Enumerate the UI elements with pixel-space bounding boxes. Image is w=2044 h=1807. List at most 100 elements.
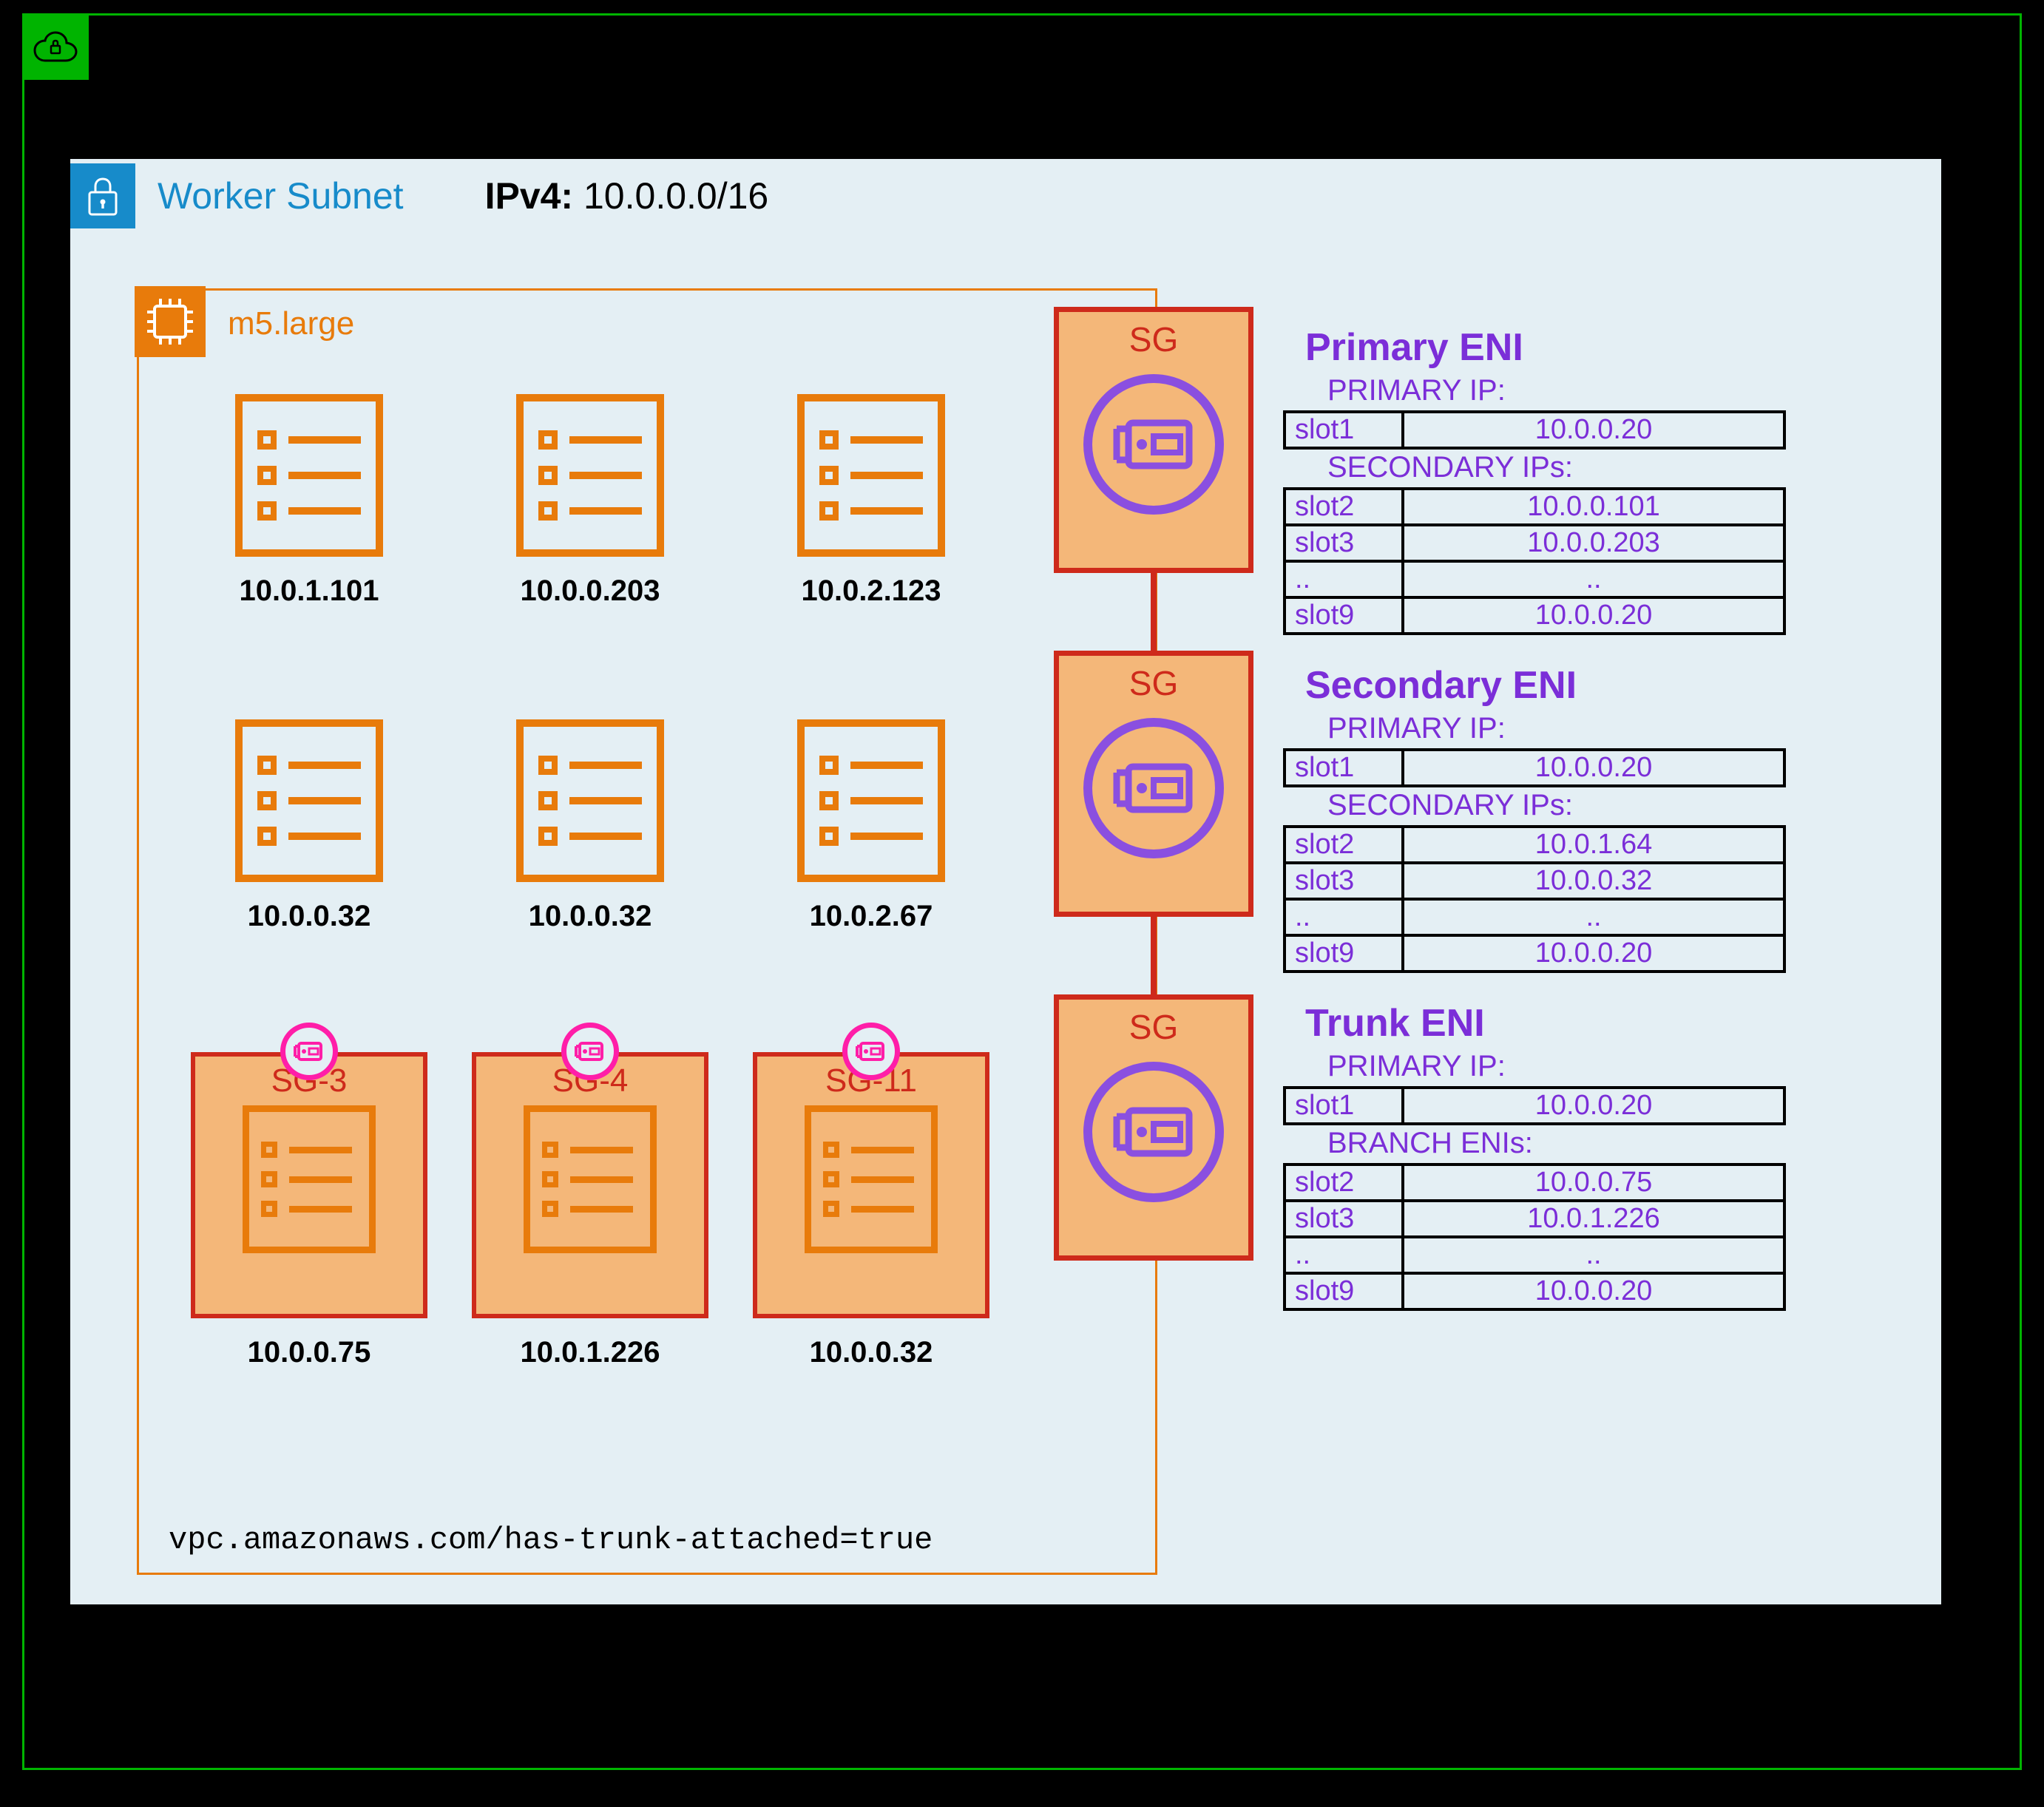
pod-icon [243, 1105, 376, 1253]
ip-table: slot210.0.0.75 slot310.0.1.226 .... slot… [1283, 1163, 1786, 1311]
table-row: slot110.0.0.20 [1285, 750, 1784, 786]
slot-cell: slot3 [1285, 863, 1403, 899]
eni-tables: Primary ENI PRIMARY IP: slot110.0.0.20 S… [1276, 325, 1904, 1318]
secondary-ips-label: SECONDARY IPs: [1327, 789, 1904, 822]
pod: 10.0.2.67 [731, 712, 1012, 1023]
instance-label: vpc.amazonaws.com/has-trunk-attached=tru… [169, 1522, 933, 1558]
ip-cell: 10.0.1.64 [1403, 827, 1784, 863]
slot-cell: slot1 [1285, 750, 1403, 786]
nic-icon [1083, 718, 1224, 858]
ip-table: slot210.0.0.101 slot310.0.0.203 .... slo… [1283, 487, 1786, 635]
pod-icon [235, 394, 383, 557]
ip-cell: 10.0.0.101 [1403, 489, 1784, 525]
ipv4-label: IPv4: [485, 175, 574, 217]
slot-cell: slot9 [1285, 597, 1403, 634]
pod-ip: 10.0.0.32 [248, 900, 371, 933]
table-row: slot210.0.0.101 [1285, 489, 1784, 525]
eni-title: Primary ENI [1305, 325, 1904, 370]
eni-stack: SG SG SG [1054, 307, 1253, 1261]
table-row: slot310.0.1.226 [1285, 1201, 1784, 1237]
sg-label: SG [1129, 663, 1178, 703]
ip-table: slot110.0.0.20 [1283, 410, 1786, 450]
table-row: slot110.0.0.20 [1285, 1088, 1784, 1124]
ip-cell: 10.0.0.20 [1403, 1088, 1784, 1124]
pod-icon [805, 1105, 938, 1253]
pod-icon [516, 394, 664, 557]
sg-pod-box: SG-3 [191, 1052, 427, 1318]
secondary-eni-block: Secondary ENI PRIMARY IP: slot110.0.0.20… [1276, 663, 1904, 973]
slot-cell: slot2 [1285, 489, 1403, 525]
sg-pod-box: SG-4 [472, 1052, 708, 1318]
eni-title: Secondary ENI [1305, 663, 1904, 708]
pod: 10.0.0.32 [169, 712, 450, 1023]
ip-cell: 10.0.0.75 [1403, 1164, 1784, 1201]
table-row: slot310.0.0.203 [1285, 525, 1784, 561]
ip-cell: .. [1403, 561, 1784, 597]
primary-ip-label: PRIMARY IP: [1327, 374, 1904, 407]
table-row: slot910.0.0.20 [1285, 935, 1784, 972]
pod-icon [797, 719, 945, 882]
subnet-cidr: IPv4: 10.0.0.0/16 [485, 174, 769, 217]
slot-cell: slot3 [1285, 1201, 1403, 1237]
slot-cell: slot9 [1285, 1273, 1403, 1309]
ipv4-value: 10.0.0.0/16 [583, 175, 768, 217]
pod: 10.0.2.123 [731, 387, 1012, 697]
pod-ip: 10.0.0.32 [810, 1336, 933, 1369]
pod-ip: 10.0.0.75 [248, 1336, 371, 1369]
slot-cell: slot1 [1285, 1088, 1403, 1124]
ip-cell: 10.0.0.20 [1403, 1273, 1784, 1309]
eni-connector [1151, 573, 1157, 651]
ip-cell: 10.0.0.20 [1403, 750, 1784, 786]
table-row: slot910.0.0.20 [1285, 597, 1784, 634]
eni-connector [1151, 917, 1157, 994]
pod-ip: 10.0.2.67 [810, 900, 933, 933]
pod: 10.0.0.32 [450, 712, 731, 1023]
table-row: .... [1285, 1237, 1784, 1273]
primary-eni-block: Primary ENI PRIMARY IP: slot110.0.0.20 S… [1276, 325, 1904, 635]
secondary-ips-label: SECONDARY IPs: [1327, 451, 1904, 484]
nic-icon [1083, 374, 1224, 515]
subnet-box: Worker Subnet IPv4: 10.0.0.0/16 m5.large [70, 159, 1941, 1604]
pod-icon [235, 719, 383, 882]
pod-ip: 10.0.1.226 [520, 1336, 660, 1369]
pod-icon [524, 1105, 657, 1253]
primary-ip-label: PRIMARY IP: [1327, 712, 1904, 745]
subnet-title: Worker Subnet [158, 174, 404, 217]
eni-card-secondary: SG [1054, 651, 1253, 917]
slot-cell: slot1 [1285, 412, 1403, 448]
ip-cell: 10.0.0.20 [1403, 597, 1784, 634]
ip-table: slot210.0.1.64 slot310.0.0.32 .... slot9… [1283, 825, 1786, 973]
branch-eni-icon [280, 1023, 338, 1080]
ip-table: slot110.0.0.20 [1283, 748, 1786, 787]
ip-cell: .. [1403, 899, 1784, 935]
eni-card-primary: SG [1054, 307, 1253, 573]
sg-pod: SG-3 10.0.0.75 [169, 1037, 450, 1369]
nic-icon [1083, 1062, 1224, 1202]
ip-table: slot110.0.0.20 [1283, 1086, 1786, 1125]
branch-eni-icon [842, 1023, 900, 1080]
pods-grid: 10.0.1.101 10.0.0.203 10.0.2.123 [169, 387, 1012, 1369]
eni-card-trunk: SG [1054, 994, 1253, 1261]
trunk-eni-block: Trunk ENI PRIMARY IP: slot110.0.0.20 BRA… [1276, 1001, 1904, 1311]
table-row: slot210.0.0.75 [1285, 1164, 1784, 1201]
slot-cell: slot2 [1285, 1164, 1403, 1201]
table-row: slot310.0.0.32 [1285, 863, 1784, 899]
slot-cell: slot2 [1285, 827, 1403, 863]
branch-eni-icon [561, 1023, 619, 1080]
ip-cell: 10.0.1.226 [1403, 1201, 1784, 1237]
ip-cell: 10.0.0.203 [1403, 525, 1784, 561]
ip-cell: .. [1403, 1237, 1784, 1273]
lock-icon [70, 163, 135, 228]
slot-cell: slot9 [1285, 935, 1403, 972]
table-row: .... [1285, 899, 1784, 935]
table-row: slot210.0.1.64 [1285, 827, 1784, 863]
ip-cell: 10.0.0.32 [1403, 863, 1784, 899]
pod-icon [516, 719, 664, 882]
sg-pod-box: SG-11 [753, 1052, 989, 1318]
pod-ip: 10.0.1.101 [239, 574, 379, 608]
ip-cell: 10.0.0.20 [1403, 935, 1784, 972]
eni-title: Trunk ENI [1305, 1001, 1904, 1045]
table-row: slot110.0.0.20 [1285, 412, 1784, 448]
pod-icon [797, 394, 945, 557]
pod: 10.0.0.203 [450, 387, 731, 697]
